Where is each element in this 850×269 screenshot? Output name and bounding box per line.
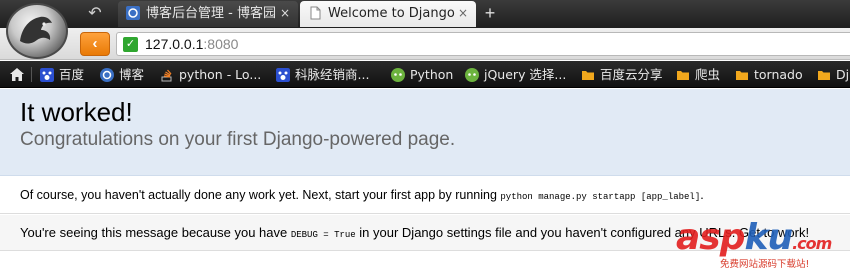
browser-titlebar: ↶ 博客后台管理 - 博客园 × Welcome to Django × + [0, 0, 850, 28]
new-tab-button[interactable]: + [480, 2, 500, 24]
folder-icon [736, 71, 748, 80]
back-button[interactable]: ‹ [80, 32, 110, 56]
tab-title: 博客后台管理 - 博客园 [146, 6, 276, 21]
close-tab-icon[interactable]: × [458, 1, 468, 25]
green-bubble-icon [465, 68, 479, 82]
bookmark-label: 博客 [119, 67, 145, 82]
bookmark-label: tornado [754, 67, 803, 82]
startapp-command: python manage.py startapp [app_label] [500, 192, 701, 202]
baidu-icon [40, 68, 54, 82]
watermark-subtitle: 免费网站源码下载站! [720, 259, 810, 269]
bookmark-label: 科脉经销商... [295, 67, 370, 82]
tab-cnblogs-admin[interactable]: 博客后台管理 - 博客园 × [118, 1, 298, 27]
bookmark-separator [31, 67, 32, 82]
bookmark-label: 爬虫 [695, 67, 721, 82]
undo-close-tab-icon[interactable]: ↶ [84, 3, 106, 23]
close-tab-icon[interactable]: × [280, 1, 290, 25]
bookmark-label: 百度 [59, 67, 85, 82]
bookmark-label: 百度云分享 [600, 67, 663, 82]
explanation-pre: You're seeing this message because you h… [20, 225, 291, 240]
bookmarks-bar: 百度 博客 python - Lo... 科脉经销商... Python jQu… [0, 61, 850, 88]
green-bubble-icon [391, 68, 405, 82]
home-icon[interactable] [9, 67, 25, 82]
bookmark-label: Python [410, 67, 454, 82]
url-host: 127.0.0.1 [145, 36, 204, 52]
url-text: 127.0.0.1:8080 [145, 36, 238, 52]
page-subtitle: Congratulations on your first Django-pow… [20, 129, 456, 150]
stackoverflow-icon [161, 69, 172, 82]
folder-icon [677, 71, 689, 80]
instructions-section: Of course, you haven't actually done any… [0, 177, 850, 214]
address-bar[interactable]: ✓ 127.0.0.1:8080 [116, 32, 850, 56]
folder-icon [818, 71, 830, 80]
page-title: It worked! [20, 97, 133, 127]
navigation-bar: ‹ ✓ 127.0.0.1:8080 [0, 28, 850, 60]
page-icon [310, 6, 321, 20]
instructions-post: . [700, 188, 704, 202]
instructions-pre: Of course, you haven't actually done any… [20, 188, 501, 202]
bookmark-label: jQuery 选择... [484, 67, 567, 82]
cnblogs-favicon-icon [126, 6, 140, 20]
watermark-logo: aspku.com 免费网站源码下载站! [676, 218, 850, 269]
cnblogs-icon [100, 68, 114, 82]
url-port: :8080 [203, 36, 239, 52]
folder-icon [582, 71, 594, 80]
checkmark-icon: ✓ [123, 37, 138, 52]
tab-welcome-to-django[interactable]: Welcome to Django × [300, 1, 476, 27]
summary-section: It worked! Congratulations on your first… [0, 89, 850, 176]
debug-setting: DEBUG = True [290, 230, 356, 240]
browser-logo-icon[interactable] [6, 3, 68, 59]
bookmark-label: Dj [836, 67, 850, 82]
baidu-icon [276, 68, 290, 82]
instructions-text: Of course, you haven't actually done any… [20, 188, 704, 202]
tab-title: Welcome to Django [328, 6, 455, 21]
bookmark-label: python - Lo... [179, 67, 262, 82]
